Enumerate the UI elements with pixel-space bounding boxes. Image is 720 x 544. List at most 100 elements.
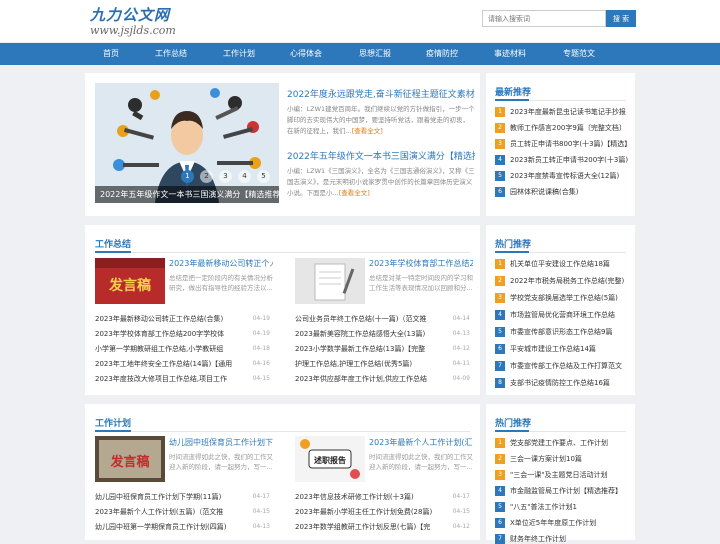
hot-item[interactable]: 5 "八五"普法工作计划1	[495, 502, 629, 512]
list-item[interactable]: 2023小学数学最新工作总结(13篇)【完整	[295, 344, 445, 354]
item-label: 市委宣传部工作总结及工作打算范文	[510, 362, 622, 370]
list-item[interactable]: 幼儿园中班第一学期保育员工作计划(四篇)	[95, 522, 245, 532]
recommend-item[interactable]: 3 员工转正申请书800字(十3篇)【精选】	[495, 139, 629, 149]
item-label: "八五"普法工作计划1	[510, 503, 577, 511]
nav-home[interactable]: 首页	[81, 43, 141, 65]
rank-badge: 6	[495, 187, 505, 197]
nav-thought-report[interactable]: 思想汇报	[345, 43, 405, 65]
list-item[interactable]: 幼儿园中班保育员工作计划下学期(11篇)	[95, 492, 245, 502]
article-title[interactable]: 幼儿园中班保育员工作计划下学期(11篇)	[169, 437, 273, 448]
list-item[interactable]: 2023年度技改大修项目工作总结,项目工作	[95, 374, 245, 384]
item-label: 支部书记疫情防控工作总结16篇	[510, 379, 610, 387]
hot-item[interactable]: 6 X单位近5年年度原工作计划	[495, 518, 629, 528]
article-thumbnail[interactable]: 述职报告	[295, 436, 365, 482]
slider-image	[95, 83, 279, 203]
slider-dot[interactable]: 2	[200, 170, 213, 183]
list-date: 04-13	[452, 330, 470, 337]
list-item[interactable]: 2023年数学组教研工作计划反思(七篇)【完	[295, 522, 445, 532]
recommend-item[interactable]: 2 教师工作感言200字9篇〔完整文档〕	[495, 123, 629, 133]
list-date: 04-18	[252, 345, 270, 352]
hot-item[interactable]: 6 平安城市建设工作总结14篇	[495, 344, 629, 354]
featured-news-title[interactable]: 2022年五年级作文一本书三国演义满分【精选推荐】	[287, 149, 475, 162]
title-underline	[95, 251, 131, 253]
work-plan-panel: 工作计划 发言稿 幼儿园中班保育员工作计划下学期(11篇) 时间流逝得如此之快，…	[85, 404, 480, 540]
search-input[interactable]	[482, 10, 606, 27]
nav-special-topics[interactable]: 专题范文	[549, 43, 609, 65]
hot-item[interactable]: 2 三会一课方案计划10篇	[495, 454, 629, 464]
divider	[95, 431, 470, 432]
title-underline	[495, 99, 529, 101]
nav-epidemic[interactable]: 疫情防控	[412, 43, 472, 65]
hot-item[interactable]: 7 市委宣传部工作总结及工作打算范文	[495, 361, 629, 371]
item-label: 财务年终工作计划	[510, 535, 566, 543]
hot-item[interactable]: 4 市金融监管局工作计划【精选推荐】	[495, 486, 629, 496]
recommend-title: 最新推荐	[495, 88, 532, 98]
recommend-panel: 最新推荐 1 2023年度最新昆虫记读书笔记手抄报 2 教师工作感言200字9篇〔完…	[486, 73, 635, 216]
read-more-link[interactable]: [查看全文]	[352, 127, 383, 135]
hot-title: 热门推荐	[495, 419, 532, 429]
search-button[interactable]: 搜 索	[606, 10, 636, 27]
list-item[interactable]: 2023年最新个人工作计划(五篇)（范文推	[95, 507, 245, 517]
list-date: 04-19	[252, 315, 270, 322]
recommend-item[interactable]: 4 2023新员工转正申请书200字(十3篇)	[495, 155, 629, 165]
list-item[interactable]: 2023年最新小学班主任工作计划免费(28篇)	[295, 507, 445, 517]
list-date: 04-13	[252, 523, 270, 530]
hot-item[interactable]: 7 财务年终工作计划	[495, 534, 629, 544]
nav-work-plan[interactable]: 工作计划	[209, 43, 269, 65]
recommend-item[interactable]: 5 2023年度禁毒宣传标语大全(12篇)	[495, 171, 629, 181]
hot-item[interactable]: 5 市委宣传部意识形态工作总结9篇	[495, 327, 629, 337]
slider[interactable]: 1 2 3 4 5 2022年五年级作文一本书三国演义满分【精选推荐】	[95, 83, 279, 203]
list-item[interactable]: 2023年工地年终安全工作总结(14篇)【通用	[95, 359, 245, 369]
list-item[interactable]: 2023年最新移动公司转正工作总结(合集)	[95, 314, 245, 324]
article-title[interactable]: 2023年学校体育部工作总结200字	[369, 258, 473, 269]
article-thumbnail[interactable]	[295, 258, 365, 304]
site-logo[interactable]: 九力公文网 www.jsjlds.com	[90, 4, 176, 37]
list-item[interactable]: 小学第一学期教研组工作总结,小学教研组	[95, 344, 245, 354]
nav-experience[interactable]: 心得体会	[276, 43, 336, 65]
nav-work-summary[interactable]: 工作总结	[141, 43, 201, 65]
hot-item[interactable]: 1 党支部党建工作要点、工作计划	[495, 438, 629, 448]
item-label: 平安城市建设工作总结14篇	[510, 345, 596, 353]
read-more-link[interactable]: [查看全文]	[339, 189, 370, 197]
list-item[interactable]: 2023年供应部年度工作计划,供应工作总结	[295, 374, 445, 384]
hot-item[interactable]: 2 2022年市税务局税务工作总结(完整)	[495, 276, 629, 286]
hot-item[interactable]: 3 "三会一课"及主题党日活动计划	[495, 470, 629, 480]
article-thumbnail[interactable]: 发言稿	[95, 436, 165, 482]
list-date: 04-15	[252, 375, 270, 382]
list-item[interactable]: 2023年学校体育部工作总结200字学校体	[95, 329, 245, 339]
slider-dot[interactable]: 3	[219, 170, 232, 183]
hot-item[interactable]: 4 市场监管局优化营商环境工作总结	[495, 310, 629, 320]
slider-dot[interactable]: 5	[257, 170, 270, 183]
recommend-item[interactable]: 6 园林体积说课稿(合集)	[495, 187, 629, 197]
item-label: 市委宣传部意识形态工作总结9篇	[510, 328, 613, 336]
list-item[interactable]: 2023最新美容院工作总结感悟大全(13篇)	[295, 329, 445, 339]
list-item[interactable]: 公司业务员年终工作总结(十一篇)（范文推	[295, 314, 445, 324]
hot-item[interactable]: 1 机关单位平安建设工作总结18篇	[495, 259, 629, 269]
article-desc: 时间流逝得如此之快，我们的工作又迎入新的阶段，请一起努力，写一...	[369, 453, 473, 471]
slider-dot[interactable]: 1	[181, 170, 194, 183]
article-title[interactable]: 2023年最新个人工作计划(汇总16篇)	[369, 437, 473, 448]
list-item[interactable]: 2023年信息技术研修工作计划(十3篇)	[295, 492, 445, 502]
list-item[interactable]: 护理工作总结,护理工作总结(优秀5篇)	[295, 359, 445, 369]
title-underline	[95, 430, 131, 432]
rank-badge: 7	[495, 534, 505, 544]
item-label: 学校党支部换届选举工作总结(5篇)	[510, 294, 618, 302]
section-title[interactable]: 工作总结	[95, 237, 131, 250]
item-label: 市场监管局优化营商环境工作总结	[510, 311, 615, 319]
article-thumbnail[interactable]: 发言稿	[95, 258, 165, 304]
section-title[interactable]: 工作计划	[95, 416, 131, 429]
slider-dot[interactable]: 4	[238, 170, 251, 183]
article-title[interactable]: 2023年最新移动公司转正个人工作总结	[169, 258, 273, 269]
rank-badge: 1	[495, 438, 505, 448]
hot-item[interactable]: 8 支部书记疫情防控工作总结16篇	[495, 378, 629, 388]
featured-news-title[interactable]: 2022年度永远跟党走,奋斗新征程主题征文素材(全文完整)	[287, 87, 475, 100]
list-date: 04-15	[252, 508, 270, 515]
hot-item[interactable]: 3 学校党支部换届选举工作总结(5篇)	[495, 293, 629, 303]
list-date: 04-09	[452, 375, 470, 382]
recommend-item[interactable]: 1 2023年度最新昆虫记读书笔记手抄报	[495, 107, 629, 117]
slider-caption[interactable]: 2022年五年级作文一本书三国演义满分【精选推荐】	[95, 186, 279, 203]
nav-deeds[interactable]: 事迹材料	[480, 43, 540, 65]
item-label: 2023新员工转正申请书200字(十3篇)	[510, 156, 629, 164]
item-label: 机关单位平安建设工作总结18篇	[510, 260, 610, 268]
svg-text:发言稿: 发言稿	[109, 454, 149, 470]
